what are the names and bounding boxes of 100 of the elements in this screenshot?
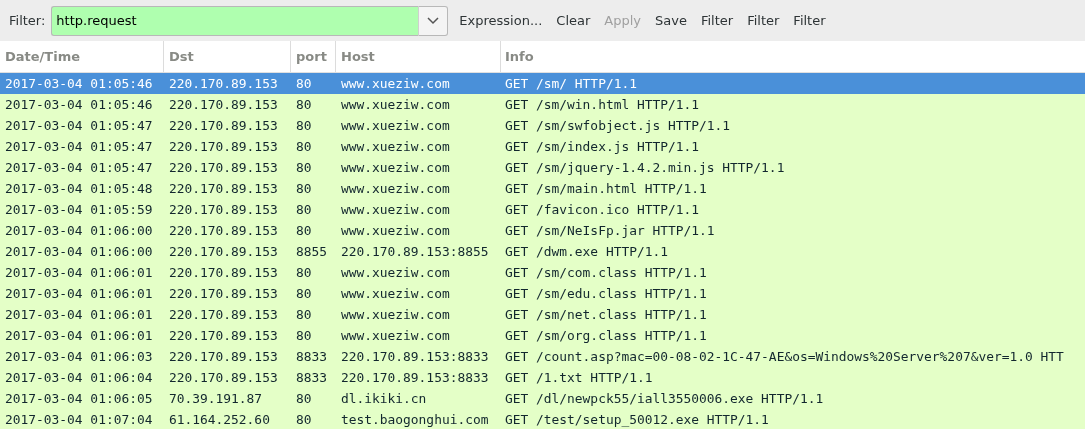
table-cell-text: 2017-03-04 01:06:01 bbox=[4, 328, 154, 343]
table-cell-text: 2017-03-04 01:05:47 bbox=[4, 139, 154, 154]
table-cell-text: 220.170.89.153 bbox=[168, 160, 279, 175]
table-cell-text: 220.170.89.153 bbox=[168, 181, 279, 196]
table-cell-text: 2017-03-04 01:05:46 bbox=[4, 76, 154, 91]
table-cell-text: 220.170.89.153 bbox=[168, 370, 279, 385]
table-cell-text: 2017-03-04 01:05:47 bbox=[4, 160, 154, 175]
packet-row[interactable]: 2017-03-04 01:05:47 220.170.89.153 80 www.xueziw.com GET /sm/swfobject.js HTTP/1.1 bbox=[0, 115, 1085, 136]
packet-row[interactable]: 2017-03-04 01:06:01 220.170.89.153 80 www.xueziw.com GET /sm/net.class HTTP/1.1 bbox=[0, 304, 1085, 325]
table-cell-text: GET /sm/jquery-1.4.2.min.js HTTP/1.1 bbox=[504, 160, 786, 175]
table-cell-text: 220.170.89.153 bbox=[168, 97, 279, 112]
table-cell-text: 2017-03-04 01:05:59 bbox=[4, 202, 154, 217]
packet-row[interactable]: 2017-03-04 01:07:04 61.164.252.60 80 test.baogonghui.com GET /test/setup_50012.exe HTTP/1.1 bbox=[0, 409, 1085, 429]
table-cell-text: 2017-03-04 01:06:00 bbox=[4, 244, 154, 259]
table-cell-text: www.xueziw.com bbox=[340, 307, 451, 322]
table-cell-text: 2017-03-04 01:06:01 bbox=[4, 286, 154, 301]
toolbar-button[interactable]: Filter bbox=[786, 7, 833, 34]
table-cell-text: 220.170.89.153 bbox=[168, 307, 279, 322]
table-cell-text: 2017-03-04 01:06:01 bbox=[4, 265, 154, 280]
dropdown-button[interactable] bbox=[418, 5, 449, 36]
toolbar-button[interactable]: Filter bbox=[693, 7, 741, 34]
packet-row[interactable]: 2017-03-04 01:06:01 220.170.89.153 80 www.xueziw.com GET /sm/org.class HTTP/1.1 bbox=[0, 325, 1085, 346]
table-cell-text: GET /dwm.exe HTTP/1.1 bbox=[504, 244, 669, 259]
toolbar-button[interactable]: Filter bbox=[740, 7, 787, 34]
table-cell-text: GET /sm/com.class HTTP/1.1 bbox=[504, 265, 708, 280]
table-cell-text: www.xueziw.com bbox=[340, 139, 451, 154]
packet-row[interactable]: 2017-03-04 01:06:01 220.170.89.153 80 www.xueziw.com GET /sm/edu.class HTTP/1.1 bbox=[0, 283, 1085, 304]
table-cell-text: GET /dl/newpck55/iall3550006.exe HTTP/1.1 bbox=[504, 391, 825, 406]
packet-row[interactable]: 2017-03-04 01:05:47 220.170.89.153 80 www.xueziw.com GET /sm/index.js HTTP/1.1 bbox=[0, 136, 1085, 157]
table-cell-text: 220.170.89.153 bbox=[168, 286, 279, 301]
table-cell-text: 80 bbox=[295, 202, 313, 217]
table-cell-text: 70.39.191.87 bbox=[168, 391, 264, 406]
table-cell-text: 80 bbox=[295, 286, 313, 301]
packet-row[interactable]: 2017-03-04 01:06:04 220.170.89.153 8833 220.170.89.153:8833 GET /1.txt HTTP/1.1 bbox=[0, 367, 1085, 388]
packet-row[interactable]: 2017-03-04 01:05:46 220.170.89.153 80 www.xueziw.com GET /sm/win.html HTTP/1.1 bbox=[0, 94, 1085, 115]
table-cell-text: 220.170.89.153 bbox=[168, 328, 279, 343]
table-cell-text: 2017-03-04 01:05:46 bbox=[4, 97, 154, 112]
table-cell-text: GET /sm/org.class HTTP/1.1 bbox=[504, 328, 708, 343]
table-cell-text: 80 bbox=[295, 265, 313, 280]
table-cell-text: 2017-03-04 01:06:01 bbox=[4, 307, 154, 322]
table-cell-text: GET /sm/edu.class HTTP/1.1 bbox=[504, 286, 708, 301]
table-cell-text: 220.170.89.153 bbox=[168, 223, 279, 238]
table-cell-text: GET /sm/net.class HTTP/1.1 bbox=[504, 307, 708, 322]
packet-row[interactable]: 2017-03-04 01:05:59 220.170.89.153 80 www.xueziw.com GET /favicon.ico HTTP/1.1 bbox=[0, 199, 1085, 220]
table-cell-text: 220.170.89.153 bbox=[168, 244, 279, 259]
packet-row[interactable]: 2017-03-04 01:05:48 220.170.89.153 80 www.xueziw.com GET /sm/main.html HTTP/1.1 bbox=[0, 178, 1085, 199]
table-cell-text: 2017-03-04 01:05:47 bbox=[4, 118, 154, 133]
table-cell-text: 80 bbox=[295, 223, 313, 238]
table-cell-text: 220.170.89.153 bbox=[168, 118, 279, 133]
table-cell-text: 2017-03-04 01:05:48 bbox=[4, 181, 154, 196]
packet-row[interactable]: 2017-03-04 01:06:01 220.170.89.153 80 www.xueziw.com GET /sm/com.class HTTP/1.1 bbox=[0, 262, 1085, 283]
table-cell-text: www.xueziw.com bbox=[340, 202, 451, 217]
toolbar-button[interactable]: Clear bbox=[549, 7, 598, 34]
table-cell-text: 8855 bbox=[295, 244, 329, 259]
chevron-down-icon bbox=[427, 16, 440, 25]
table-cell-text: www.xueziw.com bbox=[340, 76, 451, 91]
table-cell-text: 61.164.252.60 bbox=[168, 412, 271, 427]
table-cell-text: 2017-03-04 01:06:04 bbox=[4, 370, 154, 385]
table-cell-text: www.xueziw.com bbox=[340, 223, 451, 238]
table-cell-text: 220.170.89.153:8855 bbox=[340, 244, 490, 259]
table-cell-text: www.xueziw.com bbox=[340, 328, 451, 343]
table-cell-text: test.baogonghui.com bbox=[340, 412, 490, 427]
toolbar-button[interactable]: Expression... bbox=[452, 7, 550, 34]
table-cell-text: 2017-03-04 01:06:03 bbox=[4, 349, 154, 364]
packet-row[interactable]: 2017-03-04 01:06:03 220.170.89.153 8833 220.170.89.153:8833 GET /count.asp?mac=00-08-02-1C-47-AE&os=Windows%20Server%207&ver=1.0 HTT bbox=[0, 346, 1085, 367]
table-cell-text: dl.ikiki.cn bbox=[340, 391, 428, 406]
table-cell-text: GET /favicon.ico HTTP/1.1 bbox=[504, 202, 701, 217]
table-cell-text: GET /sm/ HTTP/1.1 bbox=[504, 76, 638, 91]
packet-row[interactable]: 2017-03-04 01:05:47 220.170.89.153 80 www.xueziw.com GET /sm/jquery-1.4.2.min.js HTTP/1.1 bbox=[0, 157, 1085, 178]
table-cell-text: 80 bbox=[295, 307, 313, 322]
table-cell-text: www.xueziw.com bbox=[340, 286, 451, 301]
table-cell-text: 220.170.89.153 bbox=[168, 76, 279, 91]
table-cell-text: GET /1.txt HTTP/1.1 bbox=[504, 370, 654, 385]
packet-row[interactable]: 2017-03-04 01:06:00 220.170.89.153 8855 220.170.89.153:8855 GET /dwm.exe HTTP/1.1 bbox=[0, 241, 1085, 262]
filter-field[interactable]: http.request bbox=[51, 5, 419, 36]
packet-row[interactable]: 2017-03-04 01:06:05 70.39.191.87 80 dl.ikiki.cn GET /dl/newpck55/iall3550006.exe HTTP/1.1 bbox=[0, 388, 1085, 409]
table-cell-text: www.xueziw.com bbox=[340, 160, 451, 175]
table-cell-text: 220.170.89.153 bbox=[168, 265, 279, 280]
table-cell-text: 80 bbox=[295, 328, 313, 343]
toolbar-button[interactable]: Save bbox=[648, 7, 694, 34]
packet-row[interactable]: 2017-03-04 01:06:00 220.170.89.153 80 www.xueziw.com GET /sm/NeIsFp.jar HTTP/1.1 bbox=[0, 220, 1085, 241]
table-cell-text: www.xueziw.com bbox=[340, 265, 451, 280]
table-cell-text: GET /sm/swfobject.js HTTP/1.1 bbox=[504, 118, 732, 133]
table-cell-text: 80 bbox=[295, 160, 313, 175]
table-cell-text: 220.170.89.153 bbox=[168, 349, 279, 364]
table-cell-text: 80 bbox=[295, 391, 313, 406]
table-cell-text: 2017-03-04 01:07:04 bbox=[4, 412, 154, 427]
table-cell-text: GET /sm/main.html HTTP/1.1 bbox=[504, 181, 708, 196]
table-cell-text: 220.170.89.153 bbox=[168, 202, 279, 217]
table-cell-text: www.xueziw.com bbox=[340, 118, 451, 133]
table-cell-text: 220.170.89.153 bbox=[168, 139, 279, 154]
table-cell-text: 2017-03-04 01:06:05 bbox=[4, 391, 154, 406]
table-cell-text: 80 bbox=[295, 139, 313, 154]
table-cell-text: 80 bbox=[295, 181, 313, 196]
table-cell-text: 8833 bbox=[295, 349, 329, 364]
table-cell-text: 80 bbox=[295, 118, 313, 133]
table-cell-text: GET /sm/index.js HTTP/1.1 bbox=[504, 139, 701, 154]
table-cell-text: GET /sm/NeIsFp.jar HTTP/1.1 bbox=[504, 223, 716, 238]
table-cell-text: 220.170.89.153:8833 bbox=[340, 349, 490, 364]
table-cell-text: GET /test/setup_50012.exe HTTP/1.1 bbox=[504, 412, 770, 427]
